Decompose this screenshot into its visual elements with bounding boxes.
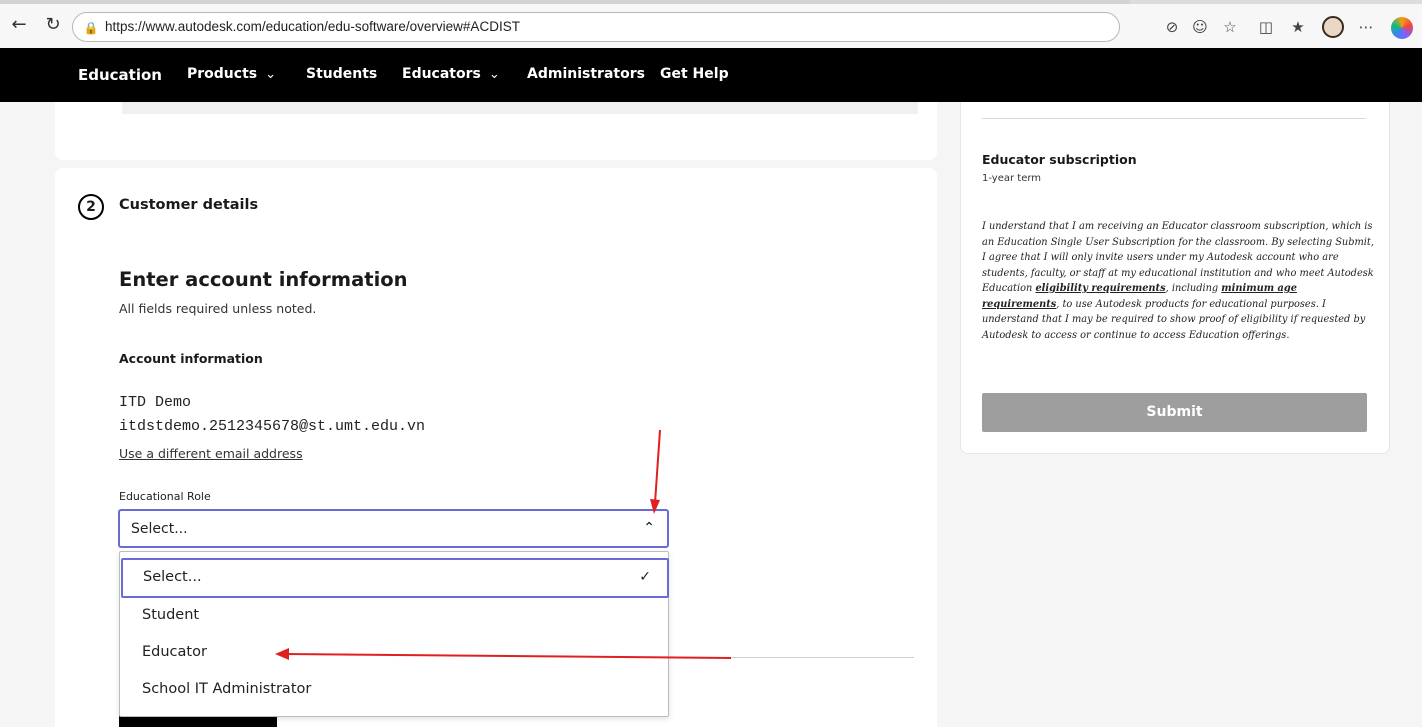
favorites-list-icon[interactable]: ★: [1288, 17, 1308, 37]
terms-part: , including: [1165, 283, 1222, 294]
previous-step-card: [55, 102, 937, 160]
previous-step-panel: [122, 102, 918, 114]
option-label: Educator: [142, 644, 207, 660]
step-title: Customer details: [119, 197, 259, 213]
nav-item-products[interactable]: Products ⌄: [187, 66, 276, 82]
terms-text: I understand that I am receiving an Educ…: [982, 219, 1374, 343]
step-number: 2: [78, 194, 104, 220]
profile-icon[interactable]: [1322, 16, 1344, 38]
lock-icon[interactable]: 🔒: [83, 20, 99, 36]
site-navbar: Education Products ⌄ Students Educators ⌄ …: [0, 48, 1422, 102]
chevron-down-icon: ⌄: [488, 67, 500, 82]
eligibility-link[interactable]: eligibility requirements: [1035, 283, 1165, 294]
back-icon[interactable]: ←: [8, 14, 30, 36]
emoji-icon[interactable]: ☺: [1190, 17, 1210, 37]
tab-strip-edge: [0, 0, 1130, 4]
nav-item-students[interactable]: Students: [306, 66, 377, 82]
chevron-up-icon: ⌃: [643, 520, 655, 536]
nav-item-label: Educators: [402, 66, 481, 82]
nav-item-get-help[interactable]: Get Help: [660, 66, 729, 82]
educational-role-select[interactable]: Select... ⌃: [118, 509, 669, 548]
more-icon[interactable]: ⋯: [1356, 17, 1376, 37]
submit-button[interactable]: Submit: [982, 393, 1367, 432]
plan-term: 1-year term: [982, 173, 1042, 184]
checkmark-icon: ✓: [639, 569, 651, 585]
divider: [982, 118, 1366, 119]
role-option-student[interactable]: Student: [120, 597, 668, 635]
divider: [670, 657, 914, 658]
address-url[interactable]: https://www.autodesk.com/education/edu-s…: [105, 19, 520, 34]
nav-item-administrators[interactable]: Administrators: [527, 66, 645, 82]
role-option-school-it-administrator[interactable]: School IT Administrator: [120, 671, 668, 709]
change-email-link[interactable]: Use a different email address: [119, 446, 303, 461]
form-hint: All fields required unless noted.: [119, 301, 317, 316]
role-option-select[interactable]: Select... ✓: [121, 558, 669, 598]
role-selected-value: Select...: [131, 521, 188, 537]
option-label: Select...: [143, 569, 202, 585]
role-dropdown-list: Select... ✓ Student Educator School IT A…: [119, 551, 669, 717]
split-icon[interactable]: ◫: [1256, 17, 1276, 37]
account-name: ITD Demo: [119, 394, 192, 411]
nav-item-label: Products: [187, 66, 258, 82]
role-option-educator[interactable]: Educator: [120, 634, 668, 672]
copilot-icon[interactable]: [1391, 17, 1413, 39]
address-bar[interactable]: 🔒 https://www.autodesk.com/education/edu…: [72, 12, 1120, 42]
form-heading: Enter account information: [119, 268, 408, 291]
tracking-icon[interactable]: ⊘: [1162, 17, 1182, 37]
role-label: Educational Role: [119, 490, 211, 503]
nav-item-educators[interactable]: Educators ⌄: [402, 66, 500, 82]
plan-title: Educator subscription: [982, 152, 1137, 167]
refresh-icon[interactable]: ↻: [42, 14, 64, 36]
option-label: Student: [142, 607, 200, 623]
favorite-icon[interactable]: ☆: [1220, 17, 1240, 37]
option-label: School IT Administrator: [142, 681, 312, 697]
nav-brand-education[interactable]: Education: [78, 66, 162, 84]
section-heading: Account information: [119, 351, 263, 366]
account-email: itdstdemo.2512345678@st.umt.edu.vn: [119, 418, 426, 435]
browser-toolbar: ← ↻ 🔒 https://www.autodesk.com/education…: [0, 0, 1422, 48]
chevron-down-icon: ⌄: [265, 67, 277, 82]
